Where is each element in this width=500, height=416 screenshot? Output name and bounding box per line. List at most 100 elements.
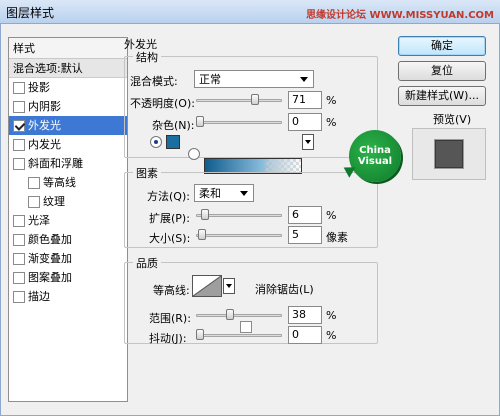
contour-dropdown[interactable] xyxy=(223,278,235,294)
noise-label: 杂色(N): xyxy=(152,119,195,132)
style-item[interactable]: 外发光 xyxy=(9,116,127,135)
style-item-label: 图案叠加 xyxy=(28,271,72,284)
size-input[interactable]: 5 xyxy=(288,226,322,244)
style-item-label: 渐变叠加 xyxy=(28,252,72,265)
jitter-slider-thumb[interactable] xyxy=(196,329,204,340)
jitter-label: 抖动(J): xyxy=(149,332,187,345)
contour-picker[interactable] xyxy=(192,275,222,297)
style-item-label: 等高线 xyxy=(43,176,76,189)
opacity-slider-thumb[interactable] xyxy=(251,94,260,105)
gradient-radio[interactable] xyxy=(188,148,200,160)
style-item-label: 描边 xyxy=(28,290,50,303)
watermark-text: 思缘设计论坛 WWW.MISSYUAN.COM xyxy=(306,10,494,21)
range-slider-thumb[interactable] xyxy=(225,309,234,320)
size-slider-thumb[interactable] xyxy=(197,229,206,240)
contour-curve-icon xyxy=(192,275,222,297)
style-item[interactable]: 渐变叠加 xyxy=(9,249,127,268)
method-value: 柔和 xyxy=(199,187,221,200)
antialias-checkbox[interactable] xyxy=(240,321,252,333)
spread-slider-track[interactable] xyxy=(196,214,282,217)
new-style-button[interactable]: 新建样式(W)... xyxy=(398,86,486,106)
logo-line-2: Visual xyxy=(357,156,393,167)
opacity-input[interactable]: 71 xyxy=(288,91,322,109)
style-item[interactable]: 光泽 xyxy=(9,211,127,230)
style-checkbox[interactable] xyxy=(13,119,25,132)
range-slider-track[interactable] xyxy=(196,314,282,317)
style-item-label: 光泽 xyxy=(28,214,50,227)
style-checkbox[interactable] xyxy=(13,100,25,113)
style-checkbox[interactable] xyxy=(13,214,25,227)
style-item[interactable]: 纹理 xyxy=(9,192,127,211)
blending-options-item[interactable]: 混合选项:默认 xyxy=(9,59,127,78)
chevron-down-icon xyxy=(240,190,248,196)
style-item[interactable]: 斜面和浮雕 xyxy=(9,154,127,173)
chevron-down-icon xyxy=(226,284,232,288)
gradient-dropdown[interactable] xyxy=(302,134,314,150)
style-checkbox[interactable] xyxy=(13,290,25,303)
style-item-label: 斜面和浮雕 xyxy=(28,157,83,170)
logo-line-1: China xyxy=(359,145,391,156)
style-checkbox[interactable] xyxy=(13,252,25,265)
range-label: 范围(R): xyxy=(149,312,191,325)
noise-input[interactable]: 0 xyxy=(288,113,322,131)
jitter-slider-track[interactable] xyxy=(196,334,282,337)
size-label: 大小(S): xyxy=(149,232,191,245)
noise-unit: % xyxy=(326,116,337,129)
style-checkbox[interactable] xyxy=(28,176,40,189)
method-label: 方法(Q): xyxy=(147,190,190,203)
style-item-label: 内发光 xyxy=(28,138,61,151)
style-item[interactable]: 内阴影 xyxy=(9,97,127,116)
opacity-label: 不透明度(O): xyxy=(130,97,195,110)
style-item[interactable]: 图案叠加 xyxy=(9,268,127,287)
style-item-label: 纹理 xyxy=(43,195,65,208)
chevron-down-icon xyxy=(305,140,311,144)
style-checkbox[interactable] xyxy=(13,81,25,94)
styles-list: 样式 混合选项:默认 投影内阴影外发光内发光斜面和浮雕等高线纹理光泽颜色叠加渐变… xyxy=(8,37,128,402)
structure-title: 结构 xyxy=(133,49,161,65)
china-visual-logo: China Visual xyxy=(340,130,401,182)
reset-button[interactable]: 复位 xyxy=(398,61,486,81)
style-preview xyxy=(412,128,486,180)
method-select[interactable]: 柔和 xyxy=(194,184,254,202)
style-checkbox[interactable] xyxy=(13,271,25,284)
style-item[interactable]: 颜色叠加 xyxy=(9,230,127,249)
jitter-input[interactable]: 0 xyxy=(288,326,322,344)
contour-label: 等高线: xyxy=(153,284,190,297)
style-item[interactable]: 描边 xyxy=(9,287,127,306)
chevron-down-icon xyxy=(300,76,308,82)
blend-mode-label: 混合模式: xyxy=(130,75,178,88)
style-item-label: 颜色叠加 xyxy=(28,233,72,246)
ok-button[interactable]: 确定 xyxy=(398,36,486,56)
styles-header: 样式 xyxy=(9,38,127,59)
spread-input[interactable]: 6 xyxy=(288,206,322,224)
spread-unit: % xyxy=(326,209,337,222)
solid-color-radio[interactable] xyxy=(150,136,162,148)
glow-color-swatch[interactable] xyxy=(166,135,180,149)
blending-options-label: 混合选项:默认 xyxy=(13,61,83,75)
size-slider-track[interactable] xyxy=(196,234,282,237)
noise-slider-track[interactable] xyxy=(196,121,282,124)
preview-thumbnail xyxy=(435,140,463,168)
style-checkbox[interactable] xyxy=(28,195,40,208)
jitter-unit: % xyxy=(326,329,337,342)
style-checkbox[interactable] xyxy=(13,233,25,246)
antialias-label: 消除锯齿(L) xyxy=(255,283,314,296)
style-item[interactable]: 等高线 xyxy=(9,173,127,192)
style-item-label: 内阴影 xyxy=(28,100,61,113)
style-checkbox[interactable] xyxy=(13,138,25,151)
opacity-unit: % xyxy=(326,94,337,107)
blend-mode-value: 正常 xyxy=(199,73,221,86)
style-item[interactable]: 投影 xyxy=(9,78,127,97)
quality-title: 品质 xyxy=(133,255,161,271)
style-checkbox[interactable] xyxy=(13,157,25,170)
noise-slider-thumb[interactable] xyxy=(196,116,204,127)
range-input[interactable]: 38 xyxy=(288,306,322,324)
window-title: 图层样式 xyxy=(6,6,55,20)
opacity-slider-track[interactable] xyxy=(196,99,282,102)
blend-mode-select[interactable]: 正常 xyxy=(194,70,314,88)
preview-label: 预览(V) xyxy=(433,113,472,126)
style-item[interactable]: 内发光 xyxy=(9,135,127,154)
spread-slider-thumb[interactable] xyxy=(200,209,209,220)
size-unit: 像素 xyxy=(326,231,348,244)
style-item-label: 投影 xyxy=(28,81,50,94)
